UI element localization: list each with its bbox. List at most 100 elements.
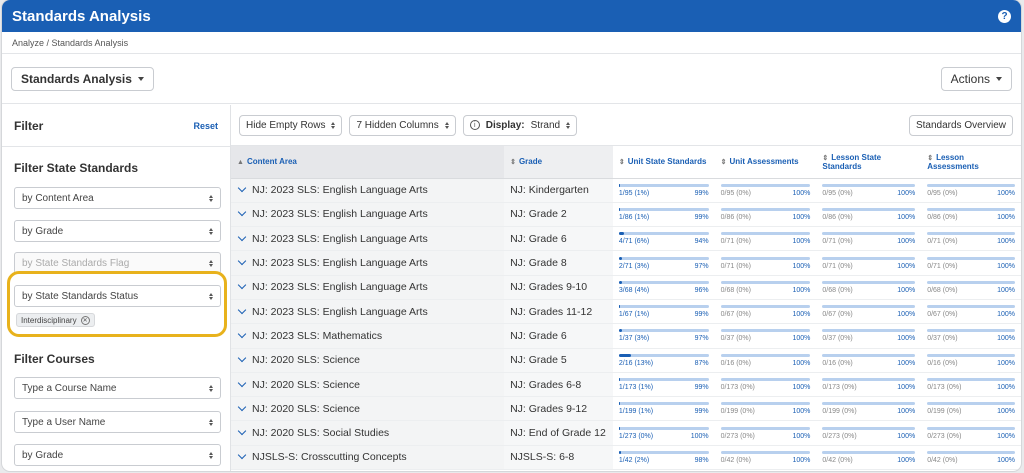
lesson-assessments-cell[interactable]: 0/273 (0%) 100%	[921, 420, 1021, 446]
unit-state-standards-cell[interactable]: 2/71 (3%) 97%	[612, 250, 715, 276]
table-row[interactable]: NJ: 2020 SLS: Science NJ: Grades 9-12 1/1…	[231, 396, 1021, 422]
content-area-cell[interactable]: NJ: 2023 SLS: English Language Arts	[231, 250, 505, 276]
chevron-down-icon[interactable]	[237, 402, 247, 412]
unit-state-standards-cell[interactable]: 1/95 (1%) 99%	[612, 178, 715, 203]
table-row[interactable]: NJ: 2020 SLS: Science NJ: Grade 5 2/16 (1…	[231, 348, 1021, 373]
lesson-assessments-cell[interactable]: 0/71 (0%) 100%	[921, 226, 1021, 252]
lesson-assessments-cell[interactable]: 0/37 (0%) 100%	[921, 323, 1021, 349]
hidden-columns-button[interactable]: 7 Hidden Columns	[349, 114, 456, 136]
lesson-assessments-cell[interactable]: 0/67 (0%) 100%	[921, 299, 1021, 325]
unit-assessments-cell[interactable]: 0/71 (0%) 100%	[714, 226, 817, 252]
lesson-state-standards-cell[interactable]: 0/71 (0%) 100%	[816, 250, 922, 276]
table-row[interactable]: NJ: 2023 SLS: English Language Arts NJ: G…	[231, 250, 1021, 276]
unit-state-standards-cell[interactable]: 1/273 (0%) 100%	[612, 420, 715, 446]
lesson-state-standards-cell[interactable]: 0/68 (0%) 100%	[816, 275, 922, 300]
actions-button[interactable]: Actions	[940, 66, 1012, 91]
chevron-down-icon[interactable]	[237, 451, 247, 460]
unit-assessments-cell[interactable]: 0/71 (0%) 100%	[714, 250, 817, 276]
table-row[interactable]: NJ: 2023 SLS: English Language Arts NJ: G…	[231, 299, 1021, 325]
lesson-assessments-cell[interactable]: 0/42 (0%) 100%	[921, 445, 1021, 471]
unit-state-standards-cell[interactable]: 1/67 (1%) 99%	[612, 299, 715, 325]
lesson-assessments-header[interactable]: ⇕ Lesson Assessments	[921, 146, 1021, 179]
unit-assessments-cell[interactable]: 0/95 (0%) 100%	[714, 178, 817, 203]
table-row[interactable]: NJ: 2023 SLS: English Language Arts NJ: G…	[231, 226, 1021, 252]
chevron-down-icon[interactable]	[237, 232, 247, 241]
lesson-state-standards-cell[interactable]: 0/199 (0%) 100%	[816, 396, 922, 422]
content-area-cell[interactable]: NJ: 2020 SLS: Social Studies	[231, 420, 505, 446]
unit-state-standards-header[interactable]: ⇕ Unit State Standards	[612, 146, 715, 179]
content-area-cell[interactable]: NJ: 2023 SLS: English Language Arts	[231, 226, 505, 252]
lesson-state-standards-cell[interactable]: 0/173 (0%) 100%	[816, 372, 922, 398]
content-area-cell[interactable]: NJ: 2023 SLS: Mathematics	[231, 323, 505, 349]
unit-assessments-cell[interactable]: 0/86 (0%) 100%	[714, 202, 817, 228]
display-select-button[interactable]: i Display: Strand	[462, 114, 578, 136]
chevron-down-icon[interactable]	[237, 208, 247, 217]
chevron-down-icon[interactable]	[237, 305, 247, 314]
table-row[interactable]: NJ: 2020 SLS: Science NJ: Grades 6-8 1/17…	[231, 372, 1021, 398]
grade-select[interactable]: by Grade	[14, 220, 221, 242]
table-row[interactable]: NJ: 2023 SLS: Mathematics NJ: Grade 6 1/3…	[231, 323, 1021, 349]
lesson-state-standards-cell[interactable]: 0/71 (0%) 100%	[816, 226, 922, 252]
content-area-cell[interactable]: NJ: 2020 SLS: Science	[231, 396, 505, 422]
content-area-cell[interactable]: NJ: 2023 SLS: English Language Arts	[231, 178, 505, 203]
content-area-select[interactable]: by Content Area	[14, 187, 221, 209]
content-area-cell[interactable]: NJ: 2020 SLS: Science	[231, 348, 505, 373]
content-area-cell[interactable]: NJ: 2023 SLS: English Language Arts	[231, 275, 505, 300]
unit-assessments-cell[interactable]: 0/67 (0%) 100%	[714, 299, 817, 325]
lesson-state-standards-cell[interactable]: 0/42 (0%) 100%	[816, 445, 922, 471]
grade-header[interactable]: ⇕ Grade	[504, 146, 613, 179]
unit-assessments-cell[interactable]: 0/173 (0%) 100%	[714, 372, 817, 398]
unit-state-standards-cell[interactable]: 1/173 (1%) 99%	[612, 372, 715, 398]
table-row[interactable]: NJ: 2023 SLS: English Language Arts NJ: G…	[231, 202, 1021, 228]
lesson-assessments-cell[interactable]: 0/199 (0%) 100%	[921, 396, 1021, 422]
lesson-assessments-cell[interactable]: 0/173 (0%) 100%	[921, 372, 1021, 398]
standards-overview-button[interactable]: Standards Overview	[908, 114, 1013, 136]
content-area-cell[interactable]: NJ: 2020 SLS: Science	[231, 372, 505, 398]
table-row[interactable]: NJ: 2020 SLS: Social Studies NJ: End of G…	[231, 420, 1021, 446]
lesson-state-standards-cell[interactable]: 0/16 (0%) 100%	[816, 348, 922, 373]
unit-assessments-cell[interactable]: 0/273 (0%) 100%	[714, 420, 817, 446]
unit-assessments-header[interactable]: ⇕ Unit Assessments	[714, 146, 817, 179]
content-area-cell[interactable]: NJ: 2023 SLS: English Language Arts	[231, 202, 505, 228]
course-name-input[interactable]: Type a Course Name	[14, 377, 221, 399]
unit-assessments-cell[interactable]: 0/16 (0%) 100%	[714, 348, 817, 373]
chevron-down-icon[interactable]	[237, 256, 247, 266]
lesson-state-standards-cell[interactable]: 0/67 (0%) 100%	[816, 299, 922, 325]
lesson-assessments-cell[interactable]: 0/16 (0%) 100%	[921, 348, 1021, 373]
content-area-header[interactable]: ▲ Content Area	[231, 146, 505, 179]
lesson-state-standards-cell[interactable]: 0/86 (0%) 100%	[816, 202, 922, 228]
unit-state-standards-cell[interactable]: 1/42 (2%) 98%	[612, 445, 715, 471]
unit-assessments-cell[interactable]: 0/37 (0%) 100%	[714, 323, 817, 349]
table-row[interactable]: NJ: 2023 SLS: English Language Arts NJ: K…	[231, 178, 1021, 203]
help-icon[interactable]: ?	[998, 9, 1011, 23]
lesson-assessments-cell[interactable]: 0/86 (0%) 100%	[921, 202, 1021, 228]
content-area-cell[interactable]: NJSLS-S: Crosscutting Concepts	[231, 445, 505, 471]
table-row[interactable]: NJSLS-S: Crosscutting Concepts NJSLS-S: 6…	[231, 445, 1021, 471]
unit-state-standards-cell[interactable]: 1/86 (1%) 99%	[612, 202, 715, 228]
lesson-state-standards-header[interactable]: ⇕ Lesson State Standards	[816, 146, 922, 179]
chevron-down-icon[interactable]	[237, 353, 247, 363]
unit-assessments-cell[interactable]: 0/42 (0%) 100%	[714, 445, 817, 471]
course-grade-select[interactable]: by Grade	[14, 444, 221, 466]
lesson-state-standards-cell[interactable]: 0/273 (0%) 100%	[816, 420, 922, 446]
table-row[interactable]: NJ: 2023 SLS: English Language Arts NJ: G…	[231, 275, 1021, 300]
lesson-assessments-cell[interactable]: 0/95 (0%) 100%	[921, 178, 1021, 203]
chevron-down-icon[interactable]	[237, 378, 247, 387]
unit-state-standards-cell[interactable]: 4/71 (6%) 94%	[612, 226, 715, 252]
unit-state-standards-cell[interactable]: 2/16 (13%) 87%	[612, 348, 715, 373]
user-name-input[interactable]: Type a User Name	[14, 411, 221, 433]
lesson-assessments-cell[interactable]: 0/68 (0%) 100%	[921, 275, 1021, 300]
unit-assessments-cell[interactable]: 0/68 (0%) 100%	[714, 275, 817, 300]
unit-assessments-cell[interactable]: 0/199 (0%) 100%	[714, 396, 817, 422]
lesson-state-standards-cell[interactable]: 0/95 (0%) 100%	[816, 178, 922, 203]
content-area-cell[interactable]: NJ: 2023 SLS: English Language Arts	[231, 299, 505, 325]
chevron-down-icon[interactable]	[237, 183, 247, 193]
unit-state-standards-cell[interactable]: 1/199 (1%) 99%	[612, 396, 715, 422]
chevron-down-icon[interactable]	[237, 281, 247, 290]
reset-link[interactable]: Reset	[193, 121, 218, 131]
view-select-button[interactable]: Standards Analysis	[11, 66, 154, 91]
unit-state-standards-cell[interactable]: 3/68 (4%) 96%	[612, 275, 715, 300]
lesson-assessments-cell[interactable]: 0/71 (0%) 100%	[921, 250, 1021, 276]
hide-empty-rows-button[interactable]: Hide Empty Rows	[239, 114, 343, 136]
unit-state-standards-cell[interactable]: 1/37 (3%) 97%	[612, 323, 715, 349]
